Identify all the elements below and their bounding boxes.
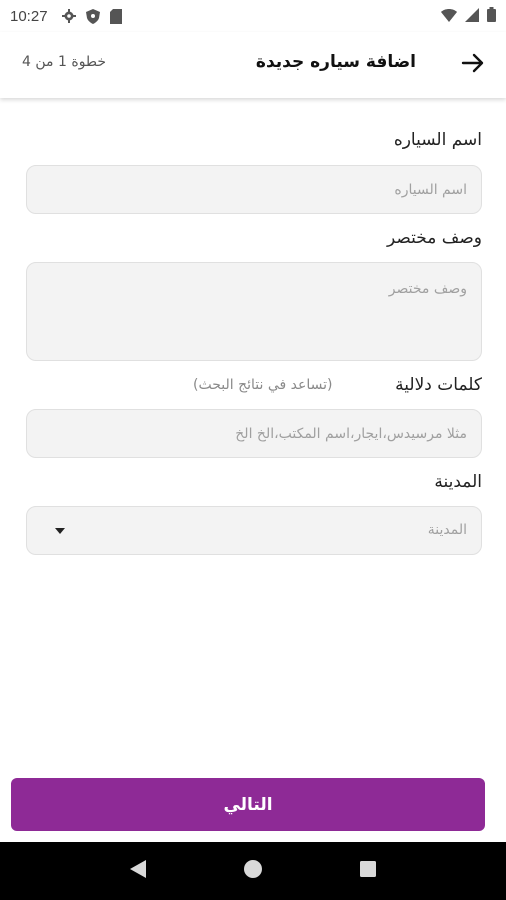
recents-square-icon — [359, 860, 377, 882]
back-button[interactable] — [460, 52, 486, 78]
car-name-label: اسم السياره — [393, 130, 482, 150]
shield-icon — [85, 8, 100, 24]
navigation-bar — [0, 842, 506, 900]
page-title: اضافة سياره جديدة — [255, 52, 416, 72]
city-label: المدينة — [434, 472, 482, 492]
city-select[interactable]: المدينة — [26, 506, 482, 555]
home-circle-icon — [243, 859, 263, 883]
short-description-label: وصف مختصر — [387, 228, 482, 248]
nav-home-button[interactable] — [233, 851, 273, 891]
next-button[interactable]: التالي — [11, 778, 485, 831]
short-description-textarea[interactable] — [26, 262, 482, 361]
status-time: 10:27 — [10, 7, 48, 25]
back-triangle-icon — [129, 859, 147, 883]
signal-icon — [465, 7, 479, 26]
status-bar: 10:27 — [0, 0, 506, 32]
sd-card-icon — [109, 8, 122, 24]
app-bar: اضافة سياره جديدة خطوة 1 من 4 — [0, 32, 506, 98]
car-name-input[interactable] — [26, 165, 482, 214]
wifi-icon — [441, 7, 457, 26]
battery-icon — [487, 6, 496, 26]
dropdown-caret-icon — [55, 528, 65, 534]
city-selected-value: المدينة — [427, 522, 467, 538]
arrow-right-icon — [461, 52, 485, 78]
nav-recents-button[interactable] — [348, 851, 388, 891]
keywords-label: كلمات دلالية — [395, 375, 482, 395]
keywords-hint: (تساعد في نتائج البحث) — [193, 377, 333, 393]
gear-icon — [61, 9, 76, 23]
keywords-input[interactable] — [26, 409, 482, 458]
nav-back-button[interactable] — [118, 851, 158, 891]
step-indicator: خطوة 1 من 4 — [22, 54, 107, 70]
